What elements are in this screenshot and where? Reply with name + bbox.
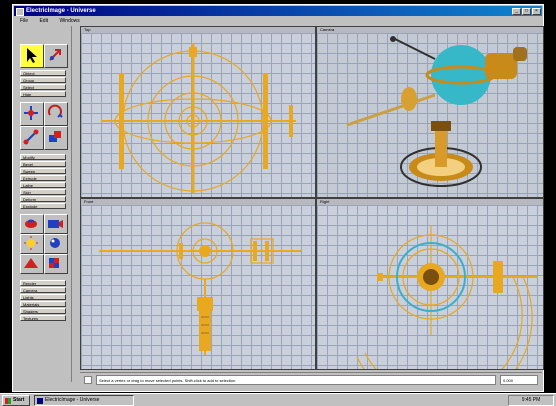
maximize-button[interactable]: □ — [522, 8, 531, 15]
viewport-top[interactable]: Top — [80, 26, 316, 198]
sidebar-btn-extrude[interactable]: Extrude — [20, 175, 66, 181]
sidebar-btn-object[interactable]: Object — [20, 70, 66, 76]
windows-logo-icon — [5, 398, 11, 404]
light-icon — [24, 236, 38, 250]
transform-icon — [24, 106, 38, 120]
status-message: Select a vertex or drag to move selected… — [96, 375, 496, 385]
sidebar-btn-modify[interactable]: Modify — [20, 154, 66, 160]
viewport-camera-render — [346, 36, 527, 187]
select-arrow-tool[interactable] — [20, 44, 44, 68]
link-icon — [23, 129, 39, 145]
material-icon — [50, 238, 60, 248]
sidebar-btn-sweep[interactable]: Sweep — [20, 168, 66, 174]
status-bar: Select a vertex or drag to move selected… — [80, 372, 542, 386]
sidebar-btn-materials[interactable]: Materials — [20, 301, 66, 307]
viewport-right-grid — [317, 205, 543, 369]
viewport-top-wireframe — [101, 43, 296, 193]
sidebar-btn-textures[interactable]: Textures — [20, 315, 66, 321]
sidebar-btn-skin[interactable]: Skin — [20, 189, 66, 195]
status-value-field[interactable]: 0.000 — [500, 375, 538, 385]
shader-icon — [24, 258, 38, 268]
sidebar-btn-lathe[interactable]: Lathe — [20, 182, 66, 188]
merge-tool[interactable] — [44, 126, 68, 150]
transform-tool[interactable] — [20, 102, 44, 126]
move-tool[interactable] — [44, 44, 68, 68]
sidebar-btn-render[interactable]: Render — [20, 280, 66, 286]
arrow-icon — [27, 48, 37, 63]
rotate-tool[interactable] — [44, 102, 68, 126]
menu-file[interactable]: File — [20, 18, 28, 24]
taskbar-app-button[interactable]: ElectricImage - Universe — [34, 395, 134, 406]
move-icon — [49, 49, 61, 61]
viewport-top-grid — [81, 33, 315, 197]
texture-icon — [49, 258, 59, 268]
window-title: ElectricImage - Universe — [26, 8, 96, 14]
render-tool[interactable] — [20, 214, 44, 234]
menu-bar: File Edit Windows — [14, 17, 542, 25]
shaders-tool[interactable] — [20, 254, 44, 274]
taskbar: Start ElectricImage - Universe 9:45 PM — [0, 393, 556, 406]
camera-tool[interactable] — [44, 214, 68, 234]
start-label: Start — [13, 397, 25, 403]
sidebar-btn-group[interactable]: Group — [20, 77, 66, 83]
start-button[interactable]: Start — [2, 395, 30, 406]
sidebar-btn-hide[interactable]: Hide — [20, 91, 66, 97]
sidebar-btn-shaders[interactable]: Shaders — [20, 308, 66, 314]
sidebar-btn-explode[interactable]: Explode — [20, 203, 66, 209]
lights-tool[interactable] — [20, 234, 44, 254]
viewport-front[interactable]: Front — [80, 198, 316, 370]
viewport-camera[interactable]: Camera — [316, 26, 544, 198]
sidebar-btn-camera[interactable]: Camera — [20, 287, 66, 293]
menu-edit[interactable]: Edit — [39, 18, 48, 24]
tool-sidebar: Object Group Select Hide Modify Bevel Sw… — [14, 26, 72, 382]
title-bar[interactable]: ElectricImage - Universe — [14, 6, 542, 16]
system-clock: 9:45 PM — [508, 395, 554, 406]
sidebar-btn-lights[interactable]: Lights — [20, 294, 66, 300]
app-task-icon — [37, 398, 43, 404]
viewport-right[interactable]: Right — [316, 198, 544, 370]
sidebar-btn-bevel[interactable]: Bevel — [20, 161, 66, 167]
minimize-button[interactable]: _ — [512, 8, 521, 15]
viewport-camera-grid — [317, 33, 543, 197]
camera-icon — [48, 220, 63, 228]
merge-icon — [49, 131, 61, 142]
textures-tool[interactable] — [44, 254, 68, 274]
viewport-front-wireframe — [99, 222, 301, 355]
rotate-icon — [48, 104, 63, 118]
task-label: ElectricImage - Universe — [45, 397, 100, 403]
menu-windows[interactable]: Windows — [59, 18, 79, 24]
close-button[interactable]: × — [532, 8, 541, 15]
materials-tool[interactable] — [44, 234, 68, 254]
sidebar-btn-select[interactable]: Select — [20, 84, 66, 90]
viewport-front-grid — [81, 205, 315, 369]
teapot-icon — [25, 219, 37, 228]
sidebar-btn-deform[interactable]: Deform — [20, 196, 66, 202]
viewport-right-wireframe — [356, 225, 537, 369]
status-checkbox[interactable] — [84, 376, 92, 384]
app-icon — [16, 8, 24, 16]
link-tool[interactable] — [20, 126, 44, 150]
